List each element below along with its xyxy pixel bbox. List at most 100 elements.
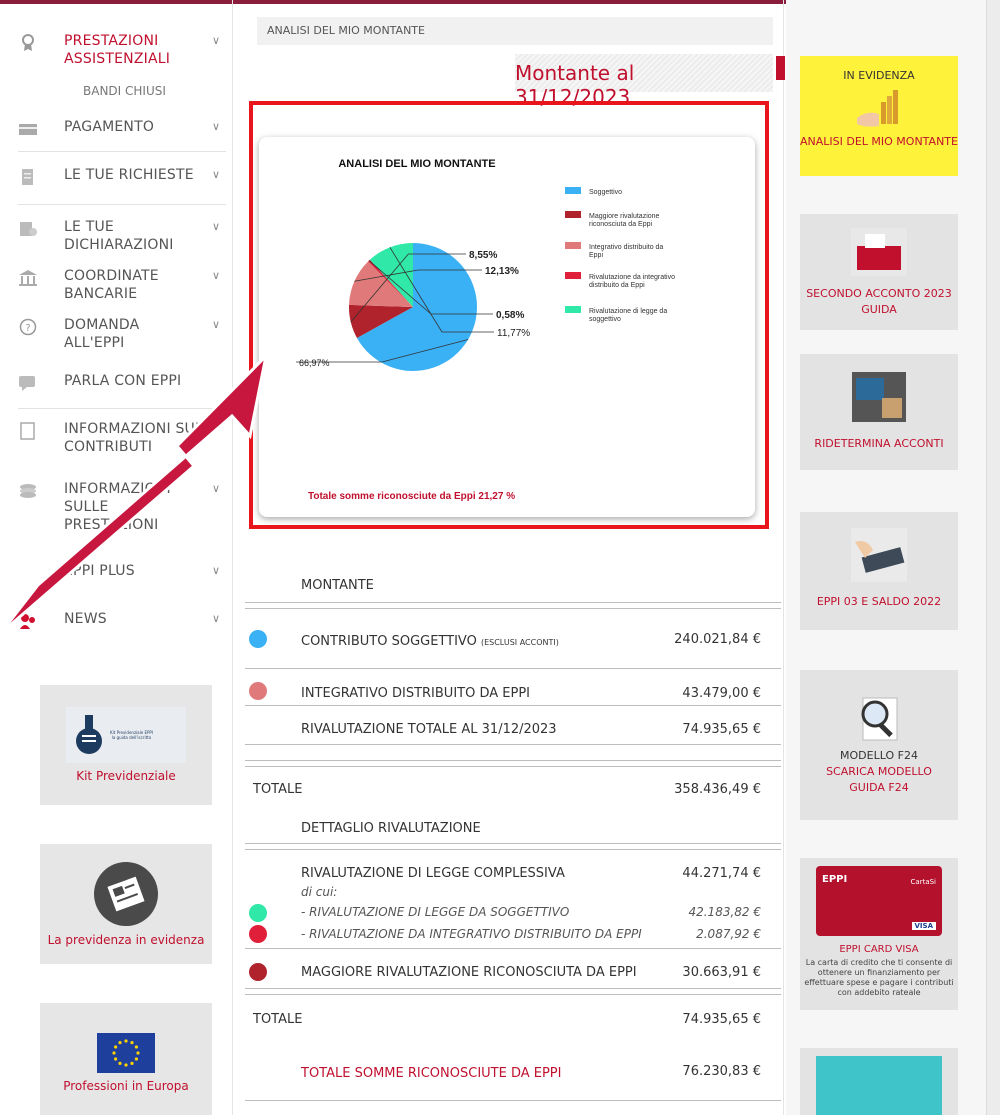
sidebar-item-label: PRESTAZIONI ASSISTENZIALI (64, 33, 171, 67)
row-label: MAGGIORE RIVALUTAZIONE RICONOSCIUTA DA E… (301, 965, 637, 980)
app-card[interactable] (800, 1048, 958, 1115)
sidebar-item-label: INFORMAZIONI SUI CONTRIBUTI (64, 421, 200, 455)
chevron-down-icon[interactable]: ∨ (212, 168, 220, 181)
previdenza-in-evidenza-card[interactable]: La previdenza in evidenza (40, 844, 212, 964)
row-value: 2.087,92 € (696, 927, 761, 941)
pie-data-label: 8,55% (469, 250, 497, 261)
legend-dot (249, 682, 267, 700)
page-scrollbar[interactable] (986, 0, 1000, 1115)
divider (245, 948, 781, 949)
sidebar-item-coordinate-bancarie[interactable]: COORDINATE BANCARIE ∨ (18, 267, 226, 303)
eppi-card-visa-card[interactable]: EPPI CartaSi VISA EPPI CARD VISA La cart… (800, 858, 958, 1010)
newspaper-icon (94, 862, 158, 926)
legend-label: Maggiore rivalutazione riconosciuta da Ep… (589, 213, 660, 228)
kit-inner-subtitle: la guida dell'iscritto (111, 735, 152, 740)
eppi03-saldo-card[interactable]: EPPI 03 e SALDO 2022 (800, 512, 958, 630)
chart-highlight-frame: ANALISI DEL MIO MONTANTE 66,97% 8,55% 12,1… (249, 101, 769, 529)
sidebar-item-label: INFORMAZIONI SULLE PRESTAZIONI (64, 481, 171, 533)
in-evidenza-card[interactable]: IN EVIDENZA ANALISI DEL MIO MONTANTE (800, 56, 958, 176)
legend-swatch (565, 272, 581, 279)
row-label: - RIVALUTAZIONE DI LEGGE DA SOGGETTIVO (301, 905, 570, 919)
row-label: - RIVALUTAZIONE DA INTEGRATIVO DISTRIBUI… (301, 927, 642, 941)
secondo-acconto-card[interactable]: SECONDO ACCONTO 2023 GUIDA (800, 214, 958, 330)
sidebar-item-label: EPPI PLUS (64, 563, 135, 579)
chevron-down-icon[interactable]: ∨ (212, 220, 220, 233)
guida-f24-link[interactable]: GUIDA F24 (849, 780, 908, 796)
divider (245, 760, 781, 761)
divider (18, 408, 226, 409)
visa-caption: EPPI CARD VISA (839, 944, 919, 955)
row-label: CONTRIBUTO SOGGETTIVO (ESCLUSI ACCONTI) (301, 634, 559, 649)
scarica-modello-link[interactable]: SCARICA MODELLO (826, 764, 932, 780)
legend-swatch (565, 187, 581, 194)
legend-swatch (565, 211, 581, 218)
legend-label: Rivalutazione di legge da soggettivo (589, 308, 667, 323)
credit-card-image: EPPI CartaSi VISA (816, 866, 942, 936)
row-value: 30.663,91 € (682, 965, 761, 980)
ridetermina-caption: RIDETERMINA ACCONTI (814, 437, 944, 450)
legend-label: Soggettivo (589, 189, 622, 196)
document-icon (22, 169, 33, 185)
plus-icon (18, 564, 38, 582)
sidebar-item-le-tue-richieste[interactable]: LE TUE RICHIESTE ∨ (18, 166, 226, 186)
office-photo-icon (851, 228, 907, 276)
legend-swatch (565, 242, 581, 249)
divider (245, 608, 781, 609)
chevron-down-icon[interactable]: ∨ (212, 482, 220, 495)
secondo-acconto-caption: SECONDO ACCONTO 2023 GUIDA (806, 287, 952, 316)
legend-dot (249, 963, 267, 981)
chevron-down-icon[interactable]: ∨ (212, 318, 220, 331)
previdenza-caption: La previdenza in evidenza (47, 933, 205, 947)
sidebar-item-label: LE TUE RICHIESTE (64, 167, 194, 183)
card-icon (19, 124, 37, 135)
in-evidenza-title: IN EVIDENZA (843, 69, 915, 82)
row-value: 42.183,82 € (688, 905, 761, 919)
chevron-down-icon[interactable]: ∨ (212, 269, 220, 282)
sidebar-item-pagamento[interactable]: PAGAMENTO ∨ (18, 118, 226, 138)
chevron-down-icon[interactable]: ∨ (212, 34, 220, 47)
sidebar-item-informazioni-prestazioni[interactable]: INFORMAZIONI SULLE PRESTAZIONI ∨ (18, 480, 226, 534)
pie-data-label: 0,58% (496, 310, 524, 321)
legend-label: Rivalutazione da integrativo distribuito … (589, 274, 675, 289)
in-evidenza-caption: ANALISI DEL MIO MONTANTE (800, 135, 958, 148)
breadcrumb: ANALISI DEL MIO MONTANTE (257, 17, 773, 45)
row-label: RIVALUTAZIONE DI LEGGE COMPLESSIVA (301, 866, 565, 881)
card-brand: EPPI (822, 874, 848, 885)
chevron-down-icon[interactable]: ∨ (212, 612, 220, 625)
professioni-in-europa-card[interactable]: Professioni in Europa (40, 1003, 212, 1115)
pie-chart: ANALISI DEL MIO MONTANTE 66,97% 8,55% 12,1… (296, 158, 675, 502)
sidebar-item-prestazioni-assistenziali[interactable]: PRESTAZIONI ASSISTENZIALI ∨ (18, 32, 226, 68)
totale-value: 358.436,49 € (674, 782, 761, 797)
modello-f24-card[interactable]: MODELLO F24 SCARICA MODELLO GUIDA F24 (800, 670, 958, 820)
kit-previdenziale-image: Kit Previdenziale EPPI la guida dell'isc… (66, 707, 186, 763)
row-value: 43.479,00 € (682, 686, 761, 701)
sidebar-item-domanda-all-eppi[interactable]: ? DOMANDA ALL'EPPI ∨ (18, 316, 226, 352)
divider (245, 994, 781, 995)
chevron-down-icon[interactable]: ∨ (212, 120, 220, 133)
row-note: (ESCLUSI ACCONTI) (480, 638, 559, 647)
legend-label: Integrativo distribuito da Eppi (589, 244, 663, 259)
app-image (816, 1056, 942, 1115)
sidebar-item-parla-con-eppi[interactable]: PARLA CON EPPI (18, 372, 226, 392)
row-value: 240.021,84 € (674, 632, 761, 647)
divider (18, 151, 226, 152)
sidebar-item-le-tue-dichiarazioni[interactable]: LE TUE DICHIARAZIONI ∨ (18, 218, 226, 254)
desk-photo-icon (852, 372, 906, 422)
montante-header-box: Montante al 31/12/2023 (515, 54, 773, 109)
legend-dot (249, 925, 267, 943)
divider (18, 204, 226, 205)
pie-data-label: 12,13% (485, 266, 519, 277)
kit-previdenziale-card[interactable]: Kit Previdenziale EPPI la guida dell'isc… (40, 685, 212, 805)
divider (245, 843, 781, 844)
eu-flag-icon (97, 1033, 155, 1073)
ridetermina-acconti-card[interactable]: RIDETERMINA ACCONTI (800, 354, 958, 470)
chart-card: ANALISI DEL MIO MONTANTE 66,97% 8,55% 12,1… (259, 137, 755, 517)
sidebar-item-informazioni-contributi[interactable]: INFORMAZIONI SUI CONTRIBUTI (18, 420, 226, 456)
sidebar-item-news[interactable]: NEWS ∨ (18, 610, 226, 630)
sidebar-subitem-bandi-chiusi[interactable]: BANDI CHIUSI (83, 84, 166, 98)
kit-mascot-icon (76, 715, 102, 754)
chevron-down-icon[interactable]: ∨ (212, 564, 220, 577)
news-icon (20, 614, 35, 629)
sidebar-item-eppi-plus[interactable]: EPPI PLUS ∨ (18, 562, 226, 582)
row-label: INTEGRATIVO DISTRIBUITO DA EPPI (301, 686, 530, 701)
